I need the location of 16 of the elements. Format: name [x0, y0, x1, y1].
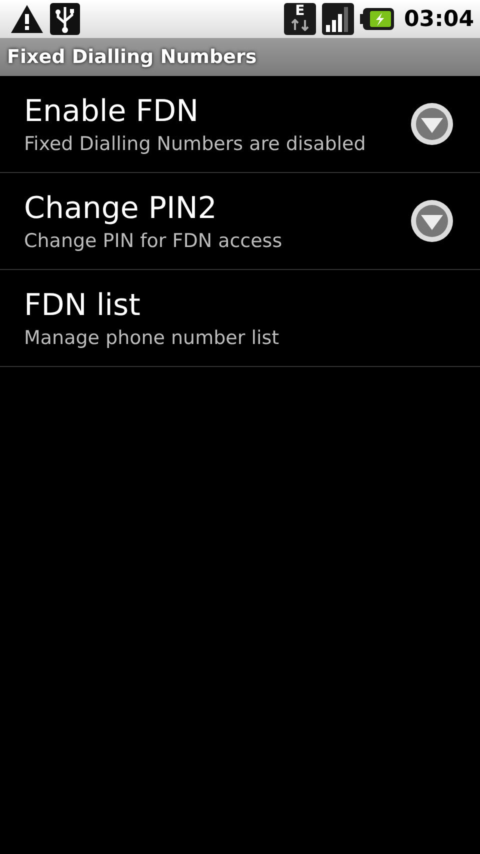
- warning-icon: [10, 4, 44, 34]
- item-summary: Manage phone number list: [24, 326, 280, 348]
- item-title: FDN list: [24, 288, 142, 322]
- data-network-icon: E: [284, 3, 316, 35]
- item-title: Enable FDN: [24, 94, 200, 128]
- item-summary: Fixed Dialling Numbers are disabled: [24, 132, 367, 154]
- signal-icon: [322, 3, 354, 35]
- clock-time: 03:04: [404, 6, 474, 32]
- item-summary: Change PIN for FDN access: [24, 230, 284, 252]
- battery-charging-icon: [360, 7, 394, 31]
- settings-item[interactable]: Change PIN2 Change PIN for FDN access: [0, 173, 480, 270]
- screen-title: Fixed Dialling Numbers: [7, 46, 257, 68]
- settings-item[interactable]: FDN list Manage phone number list: [0, 270, 480, 367]
- usb-icon: [50, 3, 80, 35]
- item-title: Change PIN2: [24, 190, 218, 226]
- settings-item[interactable]: Enable FDN Fixed Dialling Numbers are disabled: [0, 76, 480, 173]
